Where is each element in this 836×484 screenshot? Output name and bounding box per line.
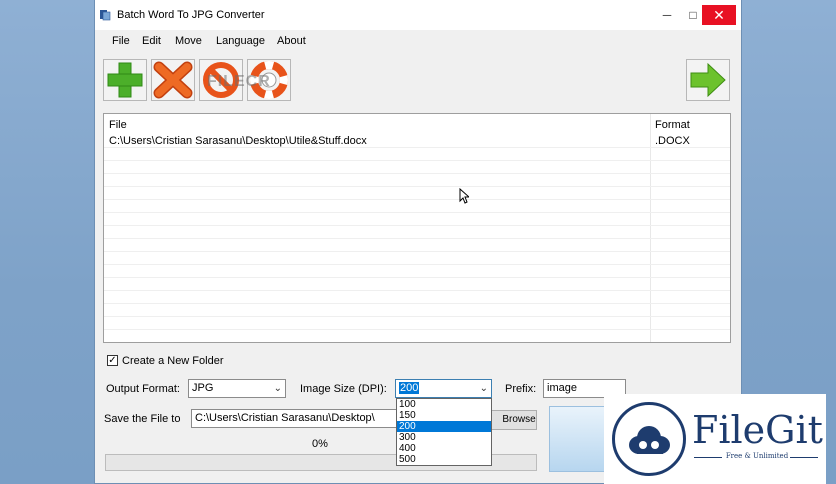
row-divider (104, 147, 730, 148)
filegit-brand: FileGit (692, 408, 823, 452)
column-divider (650, 114, 651, 342)
row-divider (104, 290, 730, 291)
image-size-value: 200 (399, 382, 420, 394)
row-divider (104, 199, 730, 200)
output-format-select[interactable]: JPG ⌄ (188, 379, 286, 398)
row-divider (104, 316, 730, 317)
create-folder-checkbox[interactable]: ✓ (107, 355, 118, 366)
menu-bar: File Edit Move Language About (95, 31, 741, 51)
file-path-cell: C:\Users\Cristian Sarasanu\Desktop\Utile… (109, 135, 367, 147)
remove-x-icon (153, 61, 193, 99)
dpi-option[interactable]: 400 (397, 443, 491, 454)
convert-arrow-icon (690, 62, 726, 98)
title-bar[interactable]: Batch Word To JPG Converter ─ □ ✕ (95, 0, 741, 30)
menu-about[interactable]: About (277, 35, 306, 47)
output-format-value: JPG (192, 382, 214, 394)
image-size-label: Image Size (DPI): (300, 383, 387, 395)
divider (790, 457, 818, 458)
chevron-down-icon: ⌄ (273, 383, 282, 394)
dpi-option[interactable]: 150 (397, 410, 491, 421)
save-location-label: Save the File to (104, 413, 181, 425)
row-divider (104, 303, 730, 304)
row-divider (104, 251, 730, 252)
window-title: Batch Word To JPG Converter (117, 9, 265, 21)
row-divider (104, 225, 730, 226)
start-convert-button[interactable] (549, 406, 611, 472)
dpi-dropdown-list[interactable]: 100 150 200 300 400 500 (396, 398, 492, 466)
row-divider (104, 212, 730, 213)
filegit-tagline: Free & Unlimited (725, 452, 789, 460)
menu-language[interactable]: Language (216, 35, 265, 47)
row-divider (104, 173, 730, 174)
dpi-option[interactable]: 500 (397, 454, 491, 465)
minimize-button[interactable]: ─ (655, 5, 679, 25)
row-divider (104, 238, 730, 239)
menu-edit[interactable]: Edit (142, 35, 161, 47)
mouse-cursor-icon (459, 188, 469, 204)
row-divider (104, 329, 730, 330)
dpi-option-selected[interactable]: 200 (397, 421, 491, 432)
row-divider (104, 186, 730, 187)
create-folder-label: Create a New Folder (122, 355, 224, 367)
cloud-icon (629, 426, 670, 454)
file-list-table[interactable]: File Format C:\Users\Cristian Sarasanu\D… (103, 113, 731, 343)
row-divider (104, 277, 730, 278)
add-plus-icon (107, 62, 143, 98)
output-format-label: Output Format: (106, 383, 180, 395)
progress-text: 0% (312, 438, 328, 450)
convert-button[interactable] (686, 59, 730, 101)
column-header-format[interactable]: Format (655, 119, 690, 131)
filegit-logo-icon (612, 402, 686, 476)
menu-file[interactable]: File (112, 35, 130, 47)
row-divider (104, 264, 730, 265)
row-divider (104, 160, 730, 161)
file-format-cell: .DOCX (655, 135, 690, 147)
menu-move[interactable]: Move (175, 35, 202, 47)
close-button[interactable]: ✕ (702, 5, 736, 25)
filegit-watermark: FileGit Free & Unlimited (604, 394, 826, 484)
column-header-file[interactable]: File (109, 119, 127, 131)
divider (694, 457, 722, 458)
app-icon (100, 10, 111, 21)
remove-file-button[interactable] (151, 59, 195, 101)
add-file-button[interactable] (103, 59, 147, 101)
prefix-label: Prefix: (505, 383, 537, 395)
dpi-option[interactable]: 100 (397, 399, 491, 410)
save-path-input[interactable]: C:\Users\Cristian Sarasanu\Desktop\ (191, 409, 401, 428)
dpi-option[interactable]: 300 (397, 432, 491, 443)
filecr-logo: FILECR (207, 73, 271, 90)
image-size-select[interactable]: 200 ⌄ (395, 379, 492, 398)
chevron-down-icon[interactable]: ⌄ (480, 380, 488, 397)
